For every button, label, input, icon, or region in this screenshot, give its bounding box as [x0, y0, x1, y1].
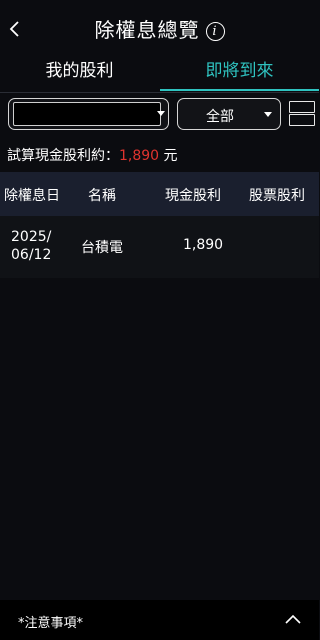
table-row[interactable]: 2025/ 06/12 台積電 1,890	[0, 216, 319, 278]
app-header: 除權息總覽 i	[0, 0, 319, 56]
tab-label: 即將到來	[205, 61, 274, 81]
stock-name: 台積電	[81, 240, 123, 256]
cash-dividend: 1,890	[183, 237, 224, 253]
ex-date-day: 06/12	[11, 247, 52, 263]
dividend-type-dropdown[interactable]: 全部	[177, 98, 281, 130]
caret-down-icon	[264, 112, 272, 117]
stock-select-dropdown[interactable]	[8, 98, 169, 130]
table-header: 除權息日 名稱 現金股利 股票股利	[0, 172, 319, 216]
caret-down-icon	[157, 111, 165, 116]
column-header-cash-dividend[interactable]: 現金股利	[165, 185, 221, 205]
ex-date-year: 2025/	[11, 229, 52, 245]
dividend-type-value: 全部	[206, 109, 234, 125]
footer-bar: *注意事項*	[0, 600, 319, 640]
tab-label: 我的股利	[45, 61, 114, 81]
active-tab-indicator	[160, 89, 319, 91]
layout-row-top	[289, 101, 315, 113]
column-header-ex-date[interactable]: 除權息日	[4, 185, 60, 205]
estimate-label: 試算現金股利約：	[7, 148, 119, 164]
estimate-unit: 元	[163, 148, 178, 164]
estimated-cash-dividend: 試算現金股利約：1,890 元	[7, 145, 178, 165]
column-header-name[interactable]: 名稱	[88, 185, 116, 205]
page-title: 除權息總覽	[94, 18, 200, 42]
stock-select-value[interactable]	[13, 102, 161, 126]
notes-link[interactable]: *注意事項*	[18, 612, 83, 631]
estimate-amount: 1,890	[119, 148, 160, 164]
chevron-up-icon[interactable]	[285, 614, 301, 624]
tab-bar: 我的股利 即將到來	[0, 56, 319, 92]
info-icon[interactable]: i	[205, 22, 225, 41]
tab-my-dividends[interactable]: 我的股利	[0, 56, 159, 92]
layout-toggle-icon[interactable]	[289, 101, 315, 127]
divider	[0, 92, 319, 93]
column-header-stock-dividend[interactable]: 股票股利	[249, 185, 305, 205]
title-bar: 除權息總覽 i	[0, 14, 319, 43]
tab-upcoming[interactable]: 即將到來	[160, 56, 319, 92]
layout-row-bottom	[289, 114, 315, 126]
